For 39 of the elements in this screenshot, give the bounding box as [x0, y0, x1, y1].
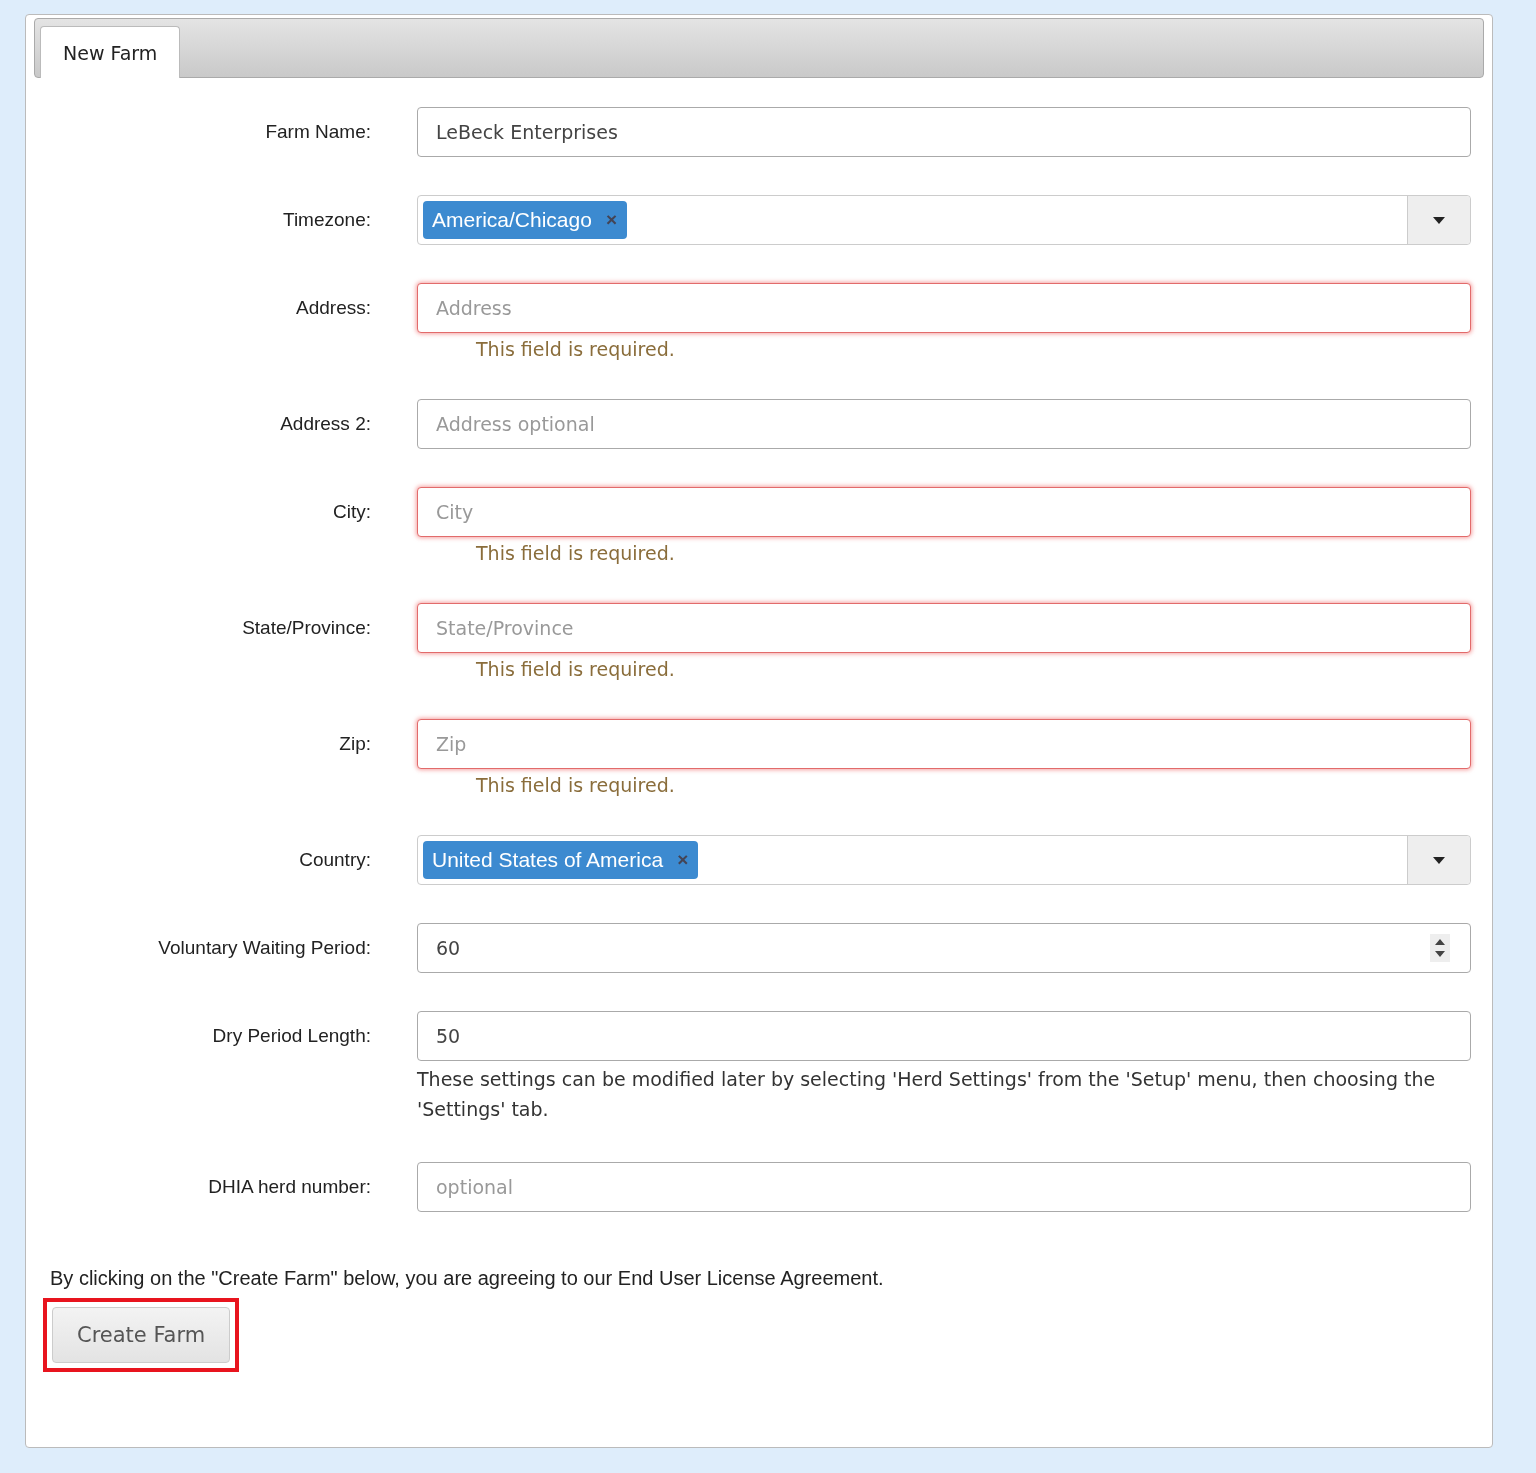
field-label: Voluntary Waiting Period:	[157, 936, 371, 960]
error-message: This field is required.	[476, 337, 676, 361]
create-farm-button[interactable]: Create Farm	[52, 1307, 231, 1363]
field-label: Farm Name:	[264, 120, 371, 144]
input-field[interactable]: LeBeck Enterprises	[417, 107, 1471, 157]
selected-tag: America/Chicago ×	[423, 201, 627, 239]
field-label: Address 2:	[279, 412, 371, 436]
error-message: This field is required.	[476, 541, 676, 565]
select-field[interactable]: United States of America ×	[417, 835, 1471, 885]
spinner-icon[interactable]	[1430, 934, 1450, 962]
remove-icon[interactable]: ×	[605, 209, 617, 231]
error-message: This field is required.	[476, 657, 676, 681]
input-field[interactable]: Address optional	[417, 399, 1471, 449]
dropdown-toggle[interactable]	[1407, 836, 1470, 884]
field-label: Timezone:	[282, 208, 371, 232]
input-field[interactable]: City	[417, 487, 1471, 537]
remove-icon[interactable]: ×	[677, 849, 689, 871]
selected-tag: United States of America ×	[423, 841, 699, 879]
help-text: These settings can be modified later by selecting 'Herd Settings' from the 'Setup' menu, then choosing the 'Settings' tab.	[417, 1067, 1437, 1122]
caret-icon	[1433, 856, 1445, 864]
caret-icon	[1433, 216, 1445, 224]
number-field[interactable]: 60	[417, 923, 1471, 973]
field-label: City:	[332, 500, 371, 524]
agreement-text: By clicking on the "Create Farm" below, you are agreeing to our End User License Agreement.	[50, 1267, 885, 1290]
field-label: Address:	[295, 296, 371, 320]
input-field[interactable]: Zip	[417, 719, 1471, 769]
dropdown-toggle[interactable]	[1407, 196, 1470, 244]
field-label: State/Province:	[241, 616, 371, 640]
input-field[interactable]: 50	[417, 1011, 1471, 1061]
field-label: Dry Period Length:	[211, 1024, 371, 1048]
input-field[interactable]: Address	[417, 283, 1471, 333]
input-field[interactable]: optional	[417, 1162, 1471, 1212]
select-field[interactable]: America/Chicago ×	[417, 195, 1471, 245]
error-message: This field is required.	[476, 773, 676, 797]
input-field[interactable]: State/Province	[417, 603, 1471, 653]
field-label: DHIA herd number:	[207, 1175, 371, 1199]
tab[interactable]: New Farm	[40, 26, 181, 78]
field-label: Zip:	[338, 732, 371, 756]
field-label: Country:	[298, 848, 371, 872]
